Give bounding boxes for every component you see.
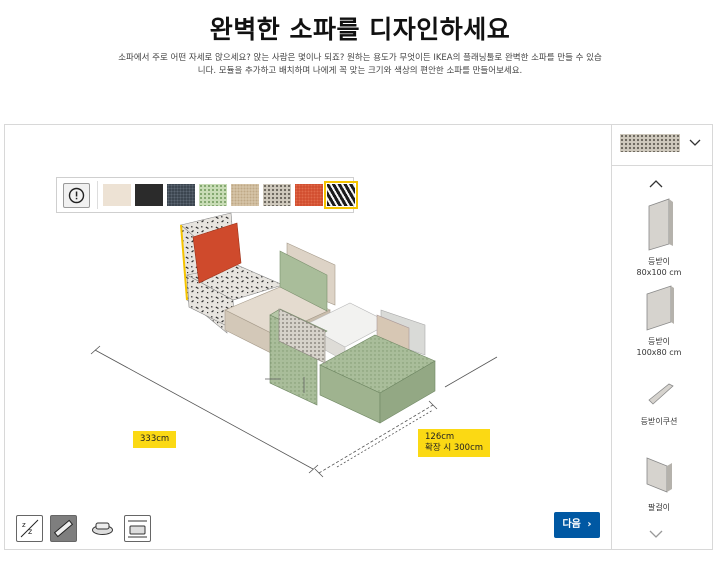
- planner-panel: 333cm 126cm 확장 시 300cm z z 다음 ›: [4, 124, 713, 550]
- sofa-view-icon: [92, 522, 113, 535]
- width-dimension-label: 333cm: [140, 434, 170, 444]
- module-label: 팔걸이: [647, 503, 671, 512]
- next-button-label: 다음: [562, 519, 581, 530]
- fabric-selector[interactable]: [616, 133, 711, 157]
- svg-text:z: z: [22, 521, 26, 529]
- depth-dimension-tag: 126cm 확장 시 300cm: [418, 429, 491, 457]
- module-label: 등받이 80x100 cm: [636, 257, 682, 277]
- module-label: 등받이 100x80 cm: [636, 337, 682, 357]
- page-title: 완벽한 소파를 디자인하세요: [209, 15, 511, 44]
- module-item-back-cushion[interactable]: 등받이쿠션: [617, 372, 701, 427]
- back-cushion-icon: [648, 383, 674, 405]
- sleep-mode-button[interactable]: z z: [16, 515, 43, 542]
- sidebar-top-divider: [611, 165, 712, 166]
- armrest-module-icon: [646, 457, 672, 493]
- fabric-selector-swatch: [620, 134, 680, 152]
- backrest-module-icon: [648, 198, 673, 251]
- sofa-3d-view[interactable]: [5, 125, 611, 549]
- module-item-backrest-100x80[interactable]: 등받이 100x80 cm: [617, 282, 701, 358]
- sleep-icon: z z: [20, 519, 39, 538]
- sidebar-divider: [611, 125, 612, 549]
- chevron-up-icon[interactable]: [648, 178, 664, 188]
- measure-button[interactable]: [50, 515, 77, 542]
- sofa-dimension-icon: [128, 520, 147, 538]
- depth-dimension-label: 126cm: [425, 432, 455, 442]
- next-button[interactable]: 다음 ›: [554, 512, 600, 538]
- depth-extended-label: 확장 시 300cm: [425, 443, 484, 453]
- ruler-icon: [53, 519, 74, 538]
- chevron-right-icon: ›: [587, 519, 592, 530]
- backrest-module-icon: [646, 285, 674, 331]
- module-item-armrest[interactable]: 팔걸이: [617, 452, 701, 513]
- top-view-button[interactable]: [90, 515, 115, 540]
- module-item-backrest-80x100[interactable]: 등받이 80x100 cm: [617, 196, 701, 278]
- width-dimension-tag: 333cm: [133, 431, 177, 448]
- chevron-down-scroll-icon[interactable]: [648, 529, 664, 539]
- dimension-view-button[interactable]: [124, 515, 151, 542]
- page-description: 소파에서 주로 어떤 자세로 앉으세요? 앉는 사람은 몇이나 되죠? 원하는 …: [118, 53, 602, 76]
- module-label: 등받이쿠션: [640, 417, 678, 426]
- chevron-down-icon: [689, 139, 701, 146]
